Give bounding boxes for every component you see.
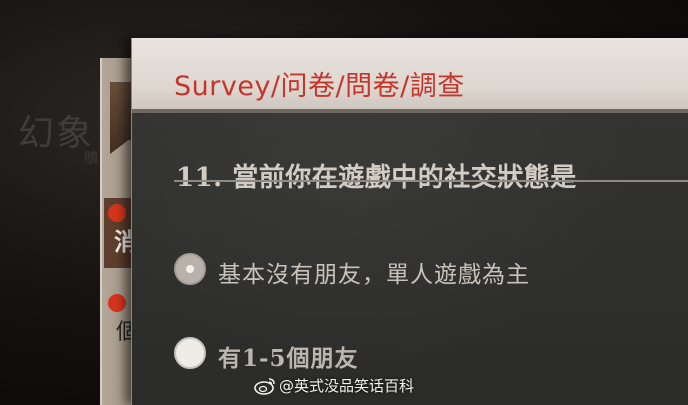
watermark-text: @英式没品笑话百科 xyxy=(279,377,415,395)
survey-header: Survey/问卷/問卷/調查 xyxy=(132,38,688,113)
survey-panel: Survey/问卷/問卷/調查 11. 當前你在遊戲中的社交狀態是 基本沒有朋友… xyxy=(131,38,688,405)
notification-dot-icon xyxy=(108,294,126,312)
option-label: 有1-5個朋友 xyxy=(218,345,359,372)
option-label: 基本沒有朋友，單人遊戲為主 xyxy=(218,262,530,288)
radio-selected-icon[interactable] xyxy=(174,253,206,285)
question-text: 11. 當前你在遊戲中的社交狀態是 xyxy=(176,163,577,193)
notification-dot-icon xyxy=(108,204,126,222)
radio-empty-icon[interactable] xyxy=(174,337,206,369)
background-small-text: 贖 xyxy=(84,151,98,167)
watermark: @英式没品笑话百科 xyxy=(254,375,414,397)
background-game-text: 幻象 xyxy=(18,113,95,154)
divider xyxy=(174,180,688,182)
survey-title: Survey/问卷/問卷/調查 xyxy=(174,71,465,102)
weibo-icon xyxy=(254,377,275,395)
